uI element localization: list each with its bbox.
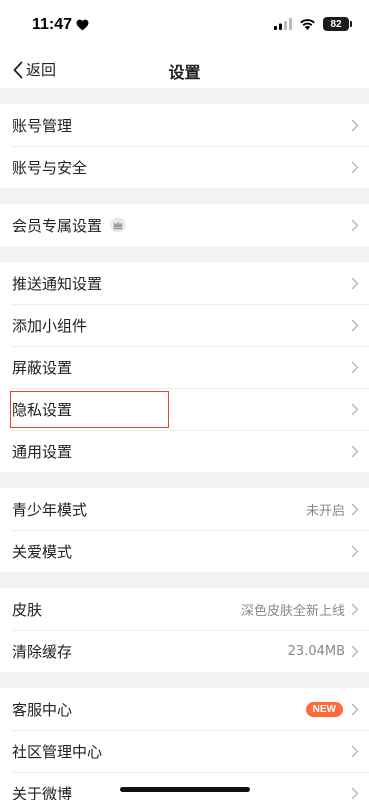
chevron-right-icon: [351, 119, 359, 131]
chevron-right-icon: [351, 703, 359, 715]
row-label: 清除缓存: [12, 642, 73, 661]
row-value: 深色皮肤全新上线: [240, 603, 345, 619]
row-label: 推送通知设置: [12, 274, 103, 293]
settings-row-privacy[interactable]: 隐私设置: [0, 388, 369, 430]
row-label: 客服中心: [12, 700, 73, 719]
home-indicator[interactable]: [120, 787, 250, 792]
settings-row-customer-service[interactable]: 客服中心 NEW: [0, 688, 369, 730]
navigation-bar: 返回 设置: [0, 50, 369, 88]
row-label: 通用设置: [12, 442, 73, 461]
page-title: 设置: [168, 63, 201, 82]
settings-row-teen-mode[interactable]: 青少年模式 未开启: [0, 488, 369, 530]
chevron-right-icon: [351, 787, 359, 799]
new-badge: NEW: [305, 701, 343, 717]
battery-level: 82: [330, 18, 342, 30]
settings-row-community-management[interactable]: 社区管理中心: [0, 730, 369, 772]
settings-row-skin[interactable]: 皮肤 深色皮肤全新上线: [0, 588, 369, 630]
row-label: 青少年模式: [12, 500, 88, 519]
settings-row-add-widget[interactable]: 添加小组件: [0, 304, 369, 346]
chevron-right-icon: [351, 161, 359, 173]
chevron-right-icon: [351, 361, 359, 373]
row-label: 隐私设置: [12, 400, 73, 419]
wifi-icon: [300, 19, 315, 30]
settings-row-care-mode[interactable]: 关爱模式: [0, 530, 369, 572]
settings-row-account-management[interactable]: 账号管理: [0, 104, 369, 146]
chevron-right-icon: [351, 277, 359, 289]
row-label: 账号与安全: [12, 158, 88, 177]
row-label: 关于微博: [12, 784, 73, 800]
chevron-right-icon: [351, 645, 359, 657]
settings-section-general: 推送通知设置 添加小组件 屏蔽设置 隐私设置 通用设置: [0, 262, 369, 472]
settings-section-membership: 会员专属设置: [0, 204, 369, 246]
chevron-right-icon: [351, 219, 359, 231]
row-label: 社区管理中心: [12, 742, 103, 761]
row-label: 关爱模式: [12, 542, 73, 561]
row-value: 未开启: [305, 503, 345, 519]
chevron-right-icon: [351, 545, 359, 557]
row-label: 添加小组件: [12, 316, 88, 335]
row-label: 皮肤: [12, 600, 43, 619]
status-bar: 11:47 82: [0, 0, 369, 50]
settings-section-modes: 青少年模式 未开启 关爱模式: [0, 488, 369, 572]
row-value: 23.04MB: [287, 643, 345, 659]
time-text: 11:47: [32, 16, 73, 33]
row-label: 屏蔽设置: [12, 358, 73, 377]
battery-indicator: 82: [323, 17, 352, 31]
settings-row-push-notifications[interactable]: 推送通知设置: [0, 262, 369, 304]
settings-row-account-security[interactable]: 账号与安全: [0, 146, 369, 188]
row-label: 账号管理: [12, 116, 73, 135]
heart-icon: [76, 19, 89, 31]
crown-badge-icon: [110, 217, 126, 233]
row-label: 会员专属设置: [12, 216, 103, 235]
cellular-signal-icon: [274, 18, 292, 30]
chevron-right-icon: [351, 745, 359, 757]
settings-row-about[interactable]: 关于微博: [0, 772, 369, 800]
settings-row-member-settings[interactable]: 会员专属设置: [0, 204, 369, 246]
settings-row-clear-cache[interactable]: 清除缓存 23.04MB: [0, 630, 369, 672]
settings-section-support: 客服中心 NEW 社区管理中心 关于微博: [0, 688, 369, 800]
status-time: 11:47: [32, 16, 89, 34]
chevron-right-icon: [351, 319, 359, 331]
status-icons: 82: [274, 17, 352, 31]
settings-section-account: 账号管理 账号与安全: [0, 104, 369, 188]
settings-row-block-settings[interactable]: 屏蔽设置: [0, 346, 369, 388]
chevron-right-icon: [351, 403, 359, 415]
settings-section-appearance: 皮肤 深色皮肤全新上线 清除缓存 23.04MB: [0, 588, 369, 672]
chevron-right-icon: [351, 603, 359, 615]
chevron-right-icon: [351, 503, 359, 515]
chevron-right-icon: [351, 445, 359, 457]
settings-row-general[interactable]: 通用设置: [0, 430, 369, 472]
